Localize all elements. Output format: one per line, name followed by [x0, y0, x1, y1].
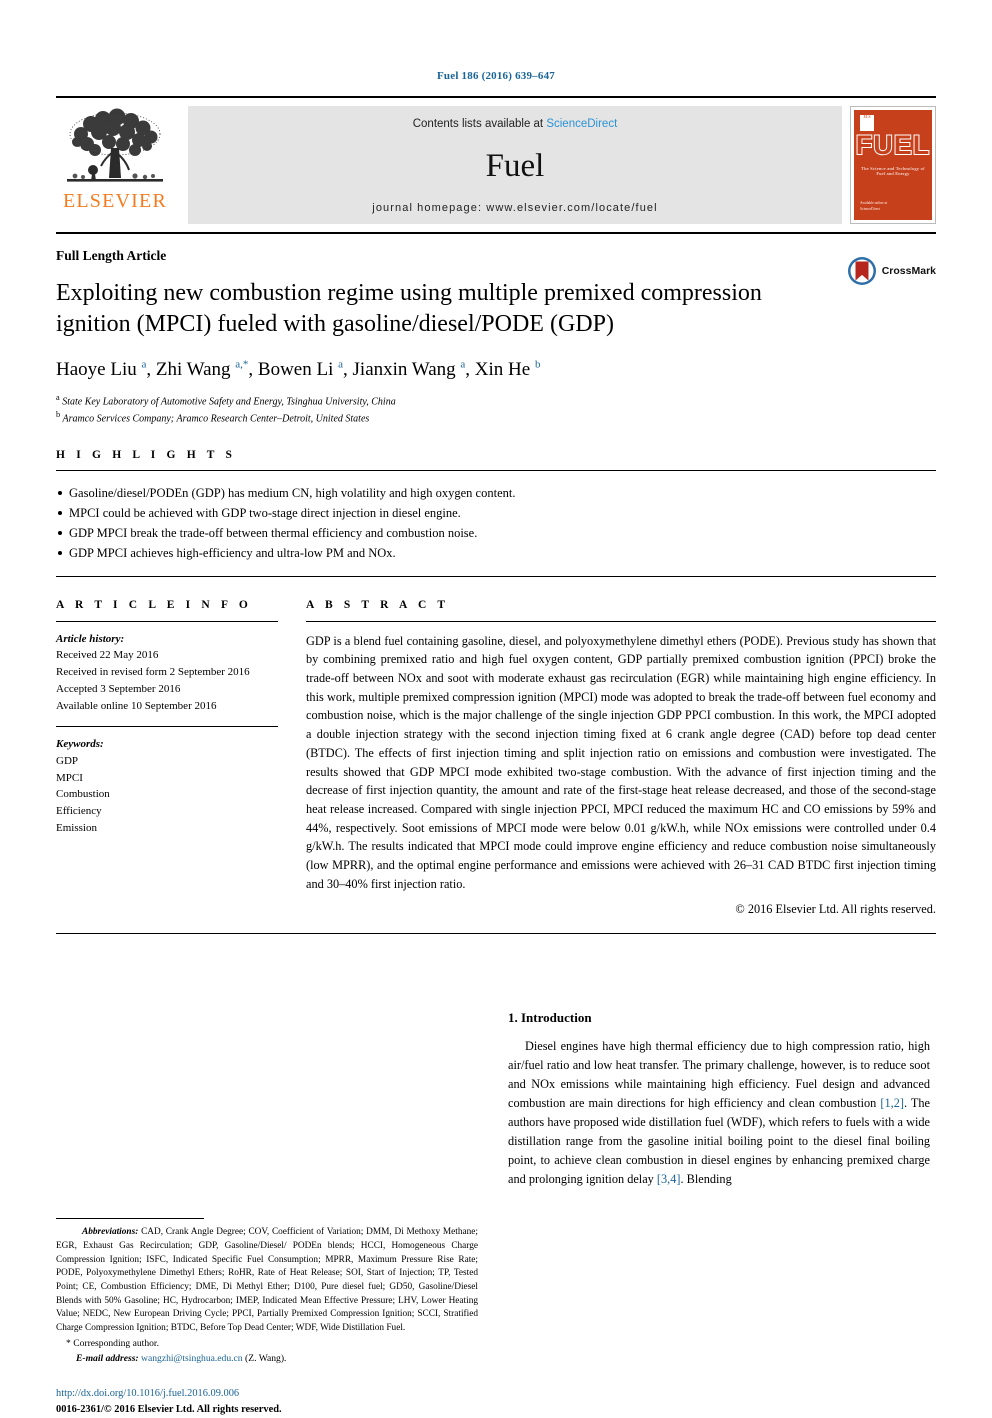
- affiliation-mark: b: [56, 410, 61, 420]
- right-column: 1. Introduction Diesel engines have high…: [508, 948, 930, 1418]
- elsevier-logo[interactable]: ELSEVIER: [56, 106, 174, 224]
- abstract-label: A B S T R A C T: [306, 598, 450, 611]
- crossmark-badge[interactable]: CrossMark: [847, 256, 936, 286]
- affiliation-text: Aramco Services Company; Aramco Research…: [62, 413, 370, 425]
- journal-cover-thumbnail[interactable]: ELS FUEL The Science and Technology of F…: [850, 106, 936, 224]
- article-history: Article history: Received 22 May 2016 Re…: [56, 622, 278, 715]
- keyword-item: MPCI: [56, 771, 83, 784]
- email-suffix: (Z. Wang).: [245, 1352, 287, 1364]
- journal-title: Fuel: [485, 147, 545, 184]
- elsevier-wordmark: ELSEVIER: [62, 190, 168, 212]
- issn-copyright: 0016-2361/© 2016 Elsevier Ltd. All right…: [56, 1403, 282, 1415]
- list-item: GDP MPCI achieves high-efficiency and ul…: [56, 543, 936, 563]
- affiliation-mark: a: [56, 393, 60, 403]
- journal-article-page: Fuel 186 (2016) 639–647 ELSEVIER Content…: [0, 0, 992, 1415]
- abbreviations-footnote: Abbreviations: CAD, Crank Angle Degree; …: [56, 1226, 478, 1335]
- introduction-paragraph: Diesel engines have high thermal efficie…: [508, 1037, 930, 1188]
- article-type-label: Full Length Article: [56, 248, 167, 263]
- article-history-label: Article history:: [56, 632, 125, 645]
- history-item: Received in revised form 2 September 201…: [56, 666, 250, 679]
- history-item: Available online 10 September 2016: [56, 699, 217, 712]
- affiliation-item: a State Key Laboratory of Automotive Saf…: [56, 392, 936, 409]
- crossmark-label: CrossMark: [881, 265, 936, 277]
- cover-footer-text: Available online at ScienceDirect: [860, 201, 888, 211]
- citation-link[interactable]: [3,4]: [657, 1172, 681, 1186]
- email-note: E-mail address: wangzhi@tsinghua.edu.cn …: [56, 1349, 478, 1364]
- introduction-heading: 1. Introduction: [508, 1010, 592, 1026]
- cover-art: ELS FUEL The Science and Technology of F…: [854, 110, 932, 220]
- affiliation-list: a State Key Laboratory of Automotive Saf…: [56, 392, 936, 427]
- body-columns: Abbreviations: CAD, Crank Angle Degree; …: [56, 934, 936, 1418]
- citation-link[interactable]: [1,2]: [880, 1096, 904, 1110]
- highlights-section: H I G H L I G H T S Gasoline/diesel/PODE…: [56, 427, 936, 577]
- list-item: Gasoline/diesel/PODEn (GDP) has medium C…: [56, 483, 936, 503]
- abstract-copyright: © 2016 Elsevier Ltd. All rights reserved…: [735, 902, 936, 917]
- elsevier-tree-icon: [67, 108, 163, 182]
- cover-subtitle: The Science and Technology of Fuel and E…: [861, 166, 925, 176]
- list-item: MPCI could be achieved with GDP two-stag…: [56, 503, 936, 523]
- abbreviations-text: CAD, Crank Angle Degree; COV, Coefficien…: [56, 1227, 478, 1333]
- abbreviations-label: Abbreviations:: [82, 1227, 139, 1238]
- history-item: Accepted 3 September 2016: [56, 682, 181, 695]
- abstract-text: GDP is a blend fuel containing gasoline,…: [306, 633, 936, 891]
- email-label: E-mail address:: [76, 1352, 139, 1364]
- doi-link[interactable]: http://dx.doi.org/10.1016/j.fuel.2016.09…: [56, 1386, 478, 1402]
- abstract-column: A B S T R A C T GDP is a blend fuel cont…: [306, 599, 936, 918]
- doi-block: http://dx.doi.org/10.1016/j.fuel.2016.09…: [56, 1364, 478, 1418]
- article-info-column: A R T I C L E I N F O Article history: R…: [56, 599, 278, 918]
- journal-homepage-link[interactable]: journal homepage: www.elsevier.com/locat…: [372, 202, 657, 214]
- title-block: CrossMark Full Length Article Exploiting…: [56, 234, 936, 427]
- contents-available-line: Contents lists available at ScienceDirec…: [413, 118, 618, 130]
- sciencedirect-link[interactable]: ScienceDirect: [546, 118, 617, 130]
- journal-masthead: ELSEVIER Contents lists available at Sci…: [56, 96, 936, 224]
- keyword-item: Efficiency: [56, 805, 102, 818]
- footnote-rule: [56, 1218, 204, 1220]
- history-item: Received 22 May 2016: [56, 649, 159, 662]
- cover-publisher-badge: ELS: [859, 114, 875, 132]
- masthead-center-panel: Contents lists available at ScienceDirec…: [188, 106, 842, 224]
- highlights-label: H I G H L I G H T S: [56, 448, 237, 461]
- running-head: Fuel 186 (2016) 639–647: [437, 70, 555, 82]
- crossmark-icon: [847, 257, 876, 285]
- intro-text-part: . Blending: [680, 1171, 732, 1186]
- author-list: Haoye Liu a, Zhi Wang a,*, Bowen Li a, J…: [56, 359, 541, 381]
- contents-prefix: Contents lists available at: [412, 118, 547, 130]
- affiliation-text: State Key Laboratory of Automotive Safet…: [62, 396, 396, 408]
- keyword-item: Combustion: [56, 788, 110, 801]
- left-column: Abbreviations: CAD, Crank Angle Degree; …: [56, 948, 478, 1418]
- email-link[interactable]: wangzhi@tsinghua.edu.cn: [141, 1353, 243, 1364]
- intro-text-part: Diesel engines have high thermal efficie…: [508, 1039, 930, 1111]
- info-abstract-section: A R T I C L E I N F O Article history: R…: [56, 577, 936, 918]
- cover-title: FUEL: [855, 130, 931, 160]
- highlights-list: Gasoline/diesel/PODEn (GDP) has medium C…: [56, 471, 936, 576]
- list-item: GDP MPCI break the trade-off between the…: [56, 523, 936, 543]
- keywords-block: Keywords: GDP MPCI Combustion Efficiency…: [56, 727, 278, 836]
- article-info-label: A R T I C L E I N F O: [56, 598, 252, 611]
- page-title: Exploiting new combustion regime using m…: [56, 280, 762, 337]
- keyword-item: Emission: [56, 821, 97, 834]
- corresponding-author-note: * Corresponding author.: [66, 1337, 159, 1349]
- keywords-label: Keywords:: [56, 738, 104, 751]
- keyword-item: GDP: [56, 755, 79, 768]
- affiliation-item: b Aramco Services Company; Aramco Resear…: [56, 409, 936, 426]
